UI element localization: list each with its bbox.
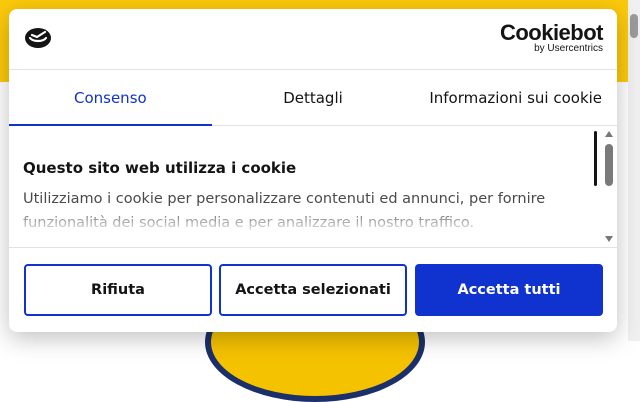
consent-tabs: Consenso Dettagli Informazioni sui cooki… xyxy=(9,70,617,126)
deny-button[interactable]: Rifiuta xyxy=(24,264,212,316)
content-scrollbar[interactable] xyxy=(594,126,616,247)
cookiebot-brand-logo[interactable]: Cookiebot by Usercentrics xyxy=(499,20,604,55)
scroll-down-arrow-icon[interactable] xyxy=(605,236,613,242)
brand-name: Cookiebot xyxy=(499,20,604,45)
dialog-header: Cookiebot by Usercentrics xyxy=(9,9,617,70)
allow-all-button[interactable]: Accetta tutti xyxy=(415,264,603,316)
cookie-consent-logo-icon xyxy=(25,28,51,48)
page-scrollbar-thumb[interactable] xyxy=(630,14,638,38)
consent-buttons: Rifiuta Accetta selezionati Accetta tutt… xyxy=(9,248,617,332)
page-scrollbar[interactable] xyxy=(628,0,640,341)
scroll-focus-indicator xyxy=(594,131,597,186)
consent-content-panel: Questo sito web utilizza i cookie Utiliz… xyxy=(9,126,617,248)
tab-consenso[interactable]: Consenso xyxy=(9,70,212,126)
tab-informazioni-cookie[interactable]: Informazioni sui cookie xyxy=(414,70,617,125)
scroll-up-arrow-icon[interactable] xyxy=(605,131,613,137)
content-scrollbar-thumb[interactable] xyxy=(605,144,613,186)
tab-dettagli[interactable]: Dettagli xyxy=(212,70,415,125)
cookie-consent-dialog: Cookiebot by Usercentrics Consenso Detta… xyxy=(9,9,617,332)
allow-selected-button[interactable]: Accetta selezionati xyxy=(219,264,407,316)
content-title: Questo sito web utilizza i cookie xyxy=(23,159,297,177)
content-fade-overlay xyxy=(9,206,599,247)
